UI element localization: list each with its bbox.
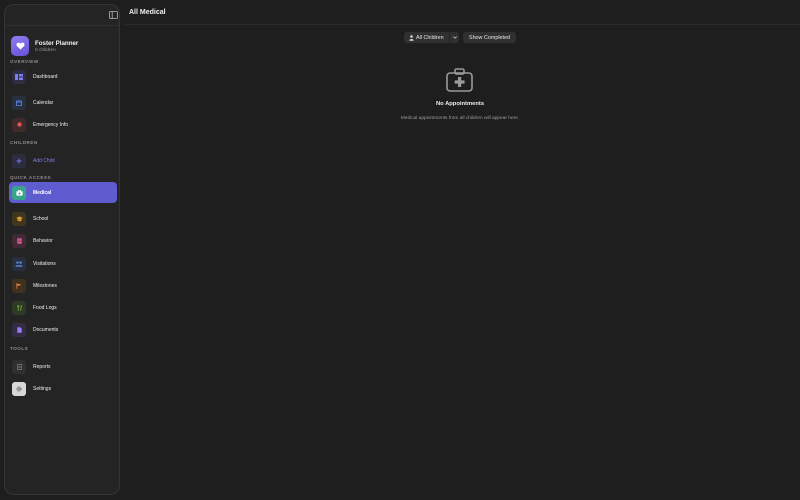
report-icon [12,359,26,374]
sidebar-item-label: School [33,215,49,222]
sidebar-item-label: Documents [33,326,59,333]
filter-dropdown-toggle[interactable] [449,32,459,43]
sidebar-toggle-icon [108,10,118,19]
graduation-cap-icon [12,211,26,226]
sidebar-item-documents[interactable]: Documents [9,319,117,340]
sidebar-item-visitations[interactable]: Visitations [9,253,117,274]
emergency-icon [12,117,26,132]
people-icon [12,256,26,271]
sidebar-divider [5,25,119,26]
sidebar-item-label: Food Logs [33,304,57,311]
sidebar-item-label: Visitations [33,260,56,267]
document-icon [12,322,26,337]
sidebar: Foster Planner 0 children OVERVIEW Dashb… [4,4,120,495]
sidebar-item-settings[interactable]: Settings [9,378,117,399]
filter-value: All Children [416,34,444,41]
sidebar-toggle-button[interactable] [107,9,119,20]
sidebar-item-medical[interactable]: Medical [9,182,117,203]
sidebar-item-label: Settings [33,385,52,392]
sidebar-item-milestones[interactable]: Milestones [9,275,117,296]
sidebar-item-label: Reports [33,363,51,370]
sidebar-item-label: Milestones [33,282,57,289]
page-title: All Medical [129,9,166,16]
plus-icon [12,153,26,168]
sidebar-item-label: Dashboard [33,73,58,80]
child-filter-select[interactable]: All Children [404,32,459,43]
sidebar-item-calendar[interactable]: Calendar [9,92,117,113]
behavior-icon [12,233,26,248]
sidebar-item-dashboard[interactable]: Dashboard [9,66,117,87]
empty-state-title: No Appointments [435,101,485,107]
medical-icon [12,185,26,200]
fork-knife-icon [12,300,26,315]
sidebar-item-food-logs[interactable]: Food Logs [9,297,117,318]
sidebar-item-label: Calendar [33,99,54,106]
children-count: 0 children [35,47,56,53]
gear-icon [12,381,26,396]
header-divider [124,24,800,25]
flag-icon [12,278,26,293]
section-tools: TOOLS [10,346,29,351]
sidebar-item-label: Add Child [33,157,55,164]
app-title: Foster Planner [35,39,79,47]
app-header: Foster Planner 0 children [11,36,78,56]
empty-state-description: Medical appointments from all children w… [400,116,520,121]
section-children: CHILDREN [10,140,38,145]
sidebar-item-school[interactable]: School [9,208,117,229]
sidebar-item-behavior[interactable]: Behavior [9,230,117,251]
sidebar-item-label: Medical [33,189,52,196]
section-quick-access: QUICK ACCESS [10,175,52,180]
sidebar-item-emergency-info[interactable]: Emergency Info [9,114,117,135]
sidebar-item-label: Emergency Info [33,121,69,128]
medical-kit-icon [446,68,473,92]
app-logo [11,36,29,56]
calendar-icon [12,95,26,110]
section-overview: OVERVIEW [10,59,39,64]
person-icon [409,34,414,41]
show-completed-button[interactable]: Show Completed [463,32,516,43]
chevron-down-icon [452,36,457,39]
dashboard-icon [12,69,26,84]
sidebar-item-reports[interactable]: Reports [9,356,117,377]
sidebar-item-add-child[interactable]: Add Child [9,150,117,171]
heart-icon [16,42,24,50]
sidebar-item-label: Behavior [33,237,53,244]
